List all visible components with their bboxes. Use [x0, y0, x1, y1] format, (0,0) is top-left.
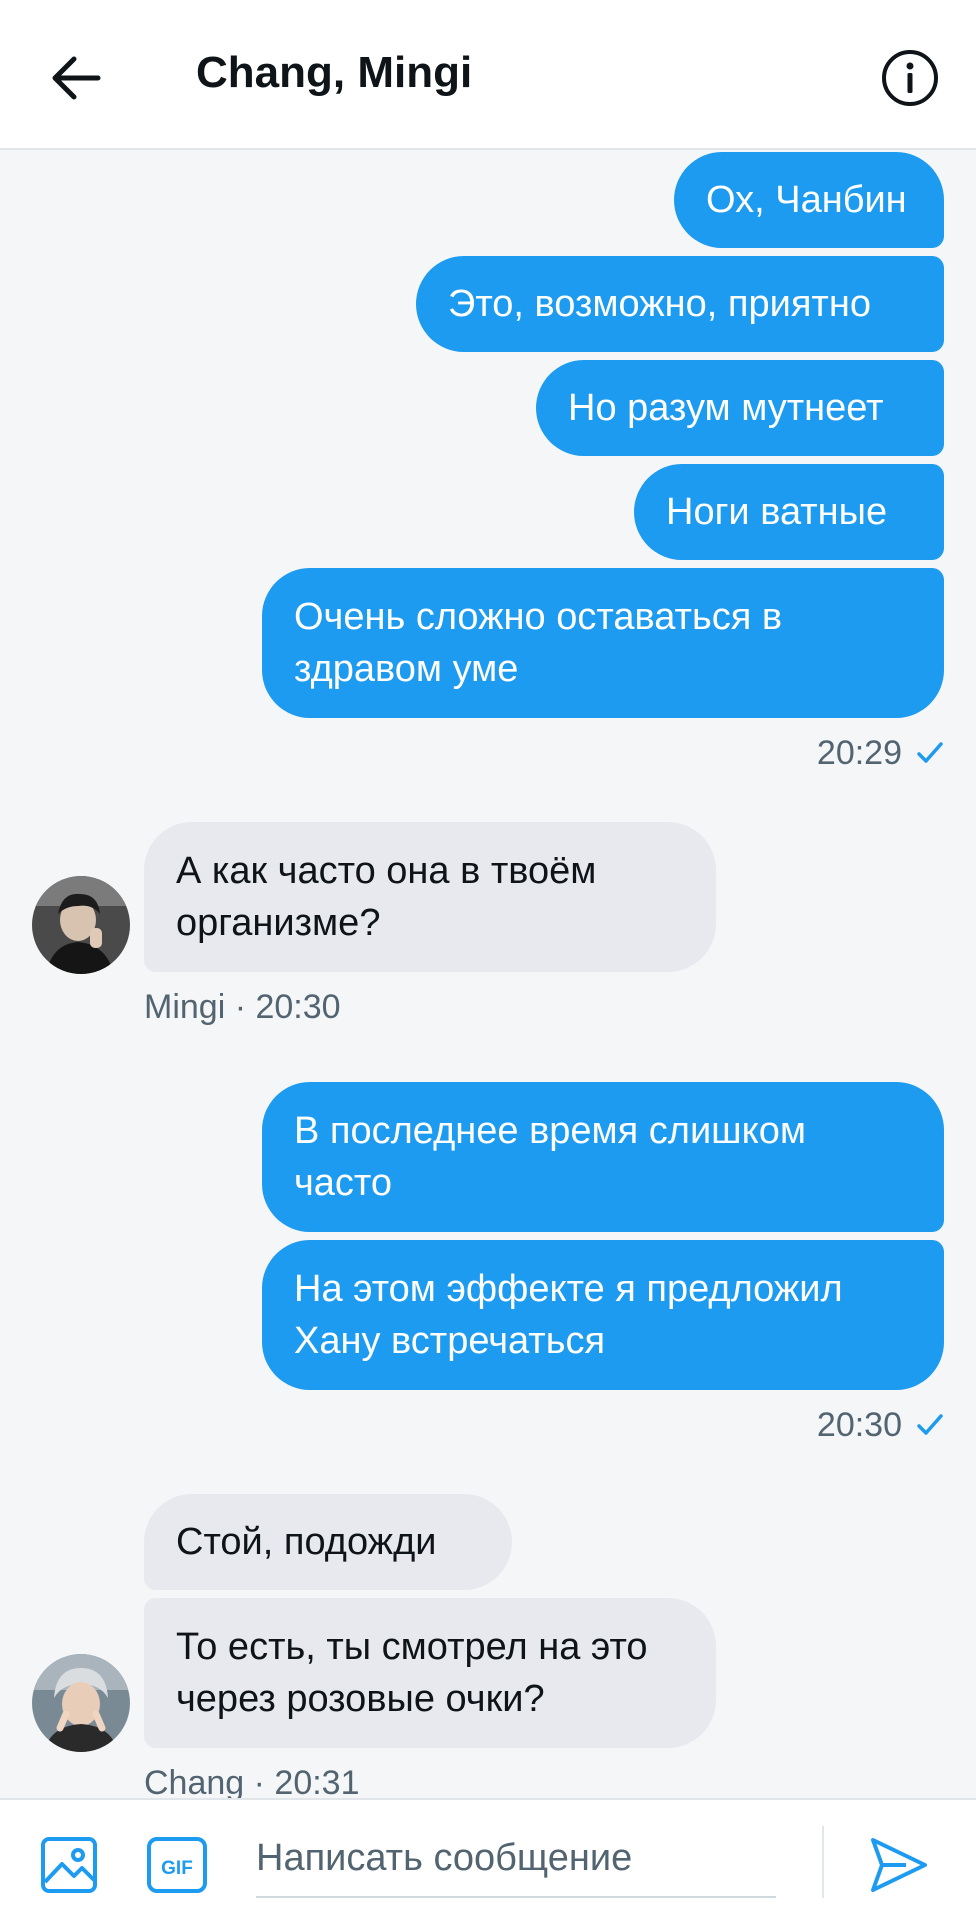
- message-input[interactable]: [256, 1820, 776, 1898]
- message-bubble-outgoing[interactable]: Ох, Чанбин: [674, 152, 944, 248]
- checkmark-icon: [917, 1414, 943, 1435]
- message-list[interactable]: Ох, Чанбин Это, возможно, приятно Но раз…: [0, 150, 976, 1798]
- gif-label: GIF: [161, 1858, 193, 1879]
- checkmark-icon: [917, 742, 943, 763]
- info-icon[interactable]: [880, 48, 940, 108]
- chat-header: Chang, Mingi: [0, 0, 976, 150]
- image-icon[interactable]: [40, 1836, 98, 1894]
- gif-icon[interactable]: GIF: [146, 1836, 208, 1894]
- message-sender-timestamp: Chang · 20:31: [144, 1764, 360, 1798]
- timestamp-text: 20:29: [816, 733, 902, 772]
- send-icon[interactable]: [868, 1834, 930, 1896]
- message-bubble-outgoing[interactable]: Но разум мутнеет: [536, 360, 944, 456]
- message-bubble-incoming[interactable]: А как часто она в твоём организме?: [144, 822, 716, 972]
- profile-photo: [32, 876, 130, 974]
- message-bubble-outgoing[interactable]: В последнее время слишком часто: [262, 1082, 944, 1232]
- composer-divider: [822, 1826, 824, 1898]
- message-bubble-outgoing[interactable]: На этом эффекте я предложил Хану встреча…: [262, 1240, 944, 1390]
- message-composer: GIF: [0, 1798, 976, 1920]
- arrow-left-icon[interactable]: [48, 50, 104, 106]
- timestamp-text: 20:30: [816, 1405, 902, 1444]
- message-sender-timestamp: Mingi · 20:30: [144, 988, 341, 1026]
- message-bubble-outgoing[interactable]: Очень сложно оставаться в здравом уме: [262, 568, 944, 718]
- avatar[interactable]: [32, 1654, 130, 1752]
- message-timestamp: 20:29: [817, 728, 944, 778]
- message-bubble-outgoing[interactable]: Ноги ватные: [634, 464, 944, 560]
- profile-photo: [32, 1654, 130, 1752]
- avatar[interactable]: [32, 876, 130, 974]
- message-bubble-incoming[interactable]: Стой, подожди: [144, 1494, 512, 1590]
- message-bubble-incoming[interactable]: То есть, ты смотрел на это через розовые…: [144, 1598, 716, 1748]
- conversation-title: Chang, Mingi: [196, 48, 473, 97]
- message-timestamp: 20:30: [817, 1400, 944, 1450]
- message-bubble-outgoing[interactable]: Это, возможно, приятно: [416, 256, 944, 352]
